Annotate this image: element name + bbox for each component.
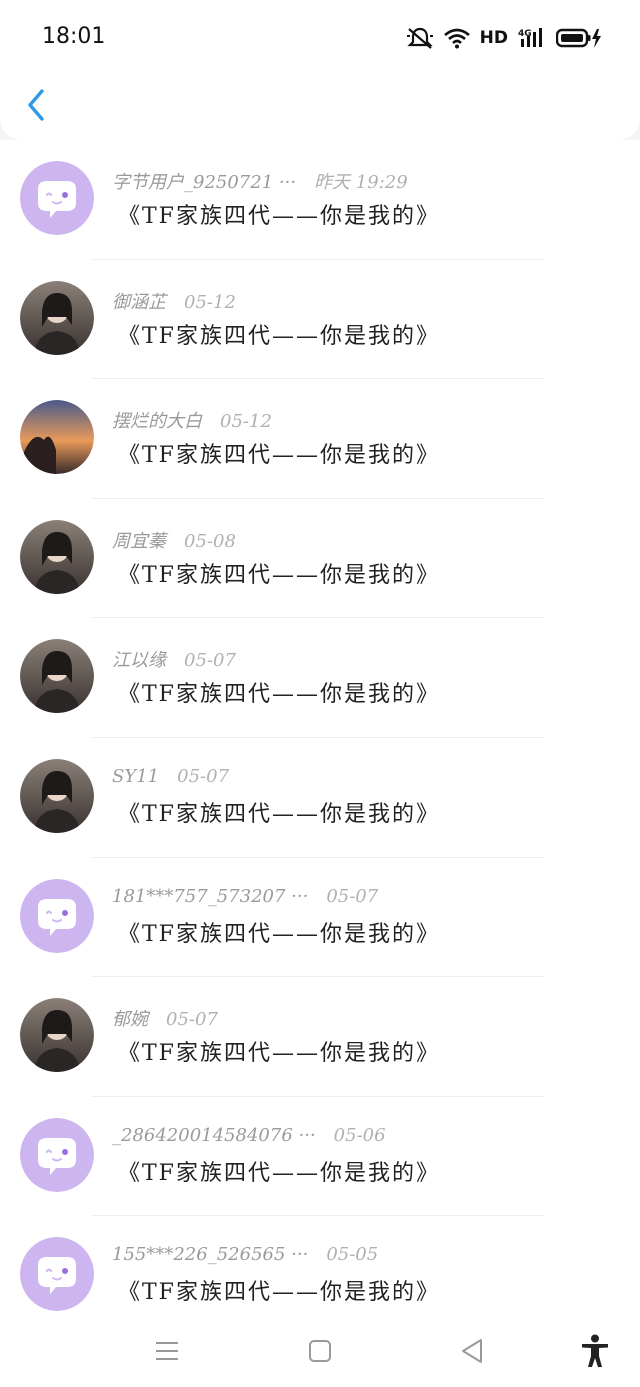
avatar[interactable] xyxy=(20,161,94,235)
nav-back-button[interactable] xyxy=(455,1334,489,1368)
status-time: 18:01 xyxy=(42,24,106,49)
comment-row[interactable]: 江以缘 05-07 《TF家族四代——你是我的》 xyxy=(0,618,640,738)
comment-meta: 摆烂的大白 05-12 xyxy=(112,407,272,433)
comment-meta: 181***757_573207 ··· 05-07 xyxy=(112,886,378,907)
comment-text: 《TF家族四代——你是我的》 xyxy=(118,921,440,947)
accessibility-icon xyxy=(582,1334,608,1367)
comment-row[interactable]: 181***757_573207 ··· 05-07 《TF家族四代——你是我的》 xyxy=(0,858,640,978)
comment-row[interactable]: 郁婉 05-07 《TF家族四代——你是我的》 xyxy=(0,977,640,1097)
chevron-left-icon xyxy=(28,89,44,121)
comment-row[interactable]: SY11 05-07 《TF家族四代——你是我的》 xyxy=(0,738,640,858)
username[interactable]: 郁婉 xyxy=(112,1009,148,1030)
username[interactable]: 181***757_573207 ··· xyxy=(112,886,308,907)
nav-home-button[interactable] xyxy=(303,1334,337,1368)
comment-text: 《TF家族四代——你是我的》 xyxy=(118,1160,440,1186)
user-photo-icon xyxy=(20,519,94,594)
network-label: HD xyxy=(479,28,508,48)
comment-meta: 字节用户_9250721 ··· 昨天 19:29 xyxy=(112,168,408,194)
username[interactable]: SY11 xyxy=(112,766,159,787)
user-photo-icon xyxy=(20,998,94,1073)
username[interactable]: 周宜蓁 xyxy=(112,531,166,552)
menu-icon xyxy=(156,1342,178,1360)
comment-time: 05-07 xyxy=(184,650,236,672)
default-avatar-icon xyxy=(20,1237,94,1312)
comment-text: 《TF家族四代——你是我的》 xyxy=(118,1280,440,1306)
comment-time: 05-05 xyxy=(326,1244,379,1266)
status-icons: HD 4G xyxy=(406,26,602,50)
nav-accessibility-button[interactable] xyxy=(578,1334,612,1368)
comment-time: 05-07 xyxy=(326,885,379,907)
back-triangle-icon xyxy=(462,1339,482,1363)
comment-row[interactable]: 摆烂的大白 05-12 《TF家族四代——你是我的》 xyxy=(0,379,640,499)
comment-text: 《TF家族四代——你是我的》 xyxy=(118,801,440,827)
comment-list: 字节用户_9250721 ··· 昨天 19:29 《TF家族四代——你是我的》 … xyxy=(0,140,640,1312)
comment-time: 05-08 xyxy=(184,530,236,552)
avatar[interactable] xyxy=(20,280,94,355)
comment-time: 05-12 xyxy=(184,291,236,313)
home-square-icon xyxy=(309,1340,331,1362)
comment-text: 《TF家族四代——你是我的》 xyxy=(118,323,440,349)
comment-row[interactable]: 字节用户_9250721 ··· 昨天 19:29 《TF家族四代——你是我的》 xyxy=(0,140,640,260)
avatar[interactable] xyxy=(20,639,94,714)
comment-text: 《TF家族四代——你是我的》 xyxy=(118,204,440,229)
comment-meta: _286420014584076 ··· 05-06 xyxy=(112,1125,386,1146)
user-photo-icon xyxy=(20,400,94,475)
comment-text: 《TF家族四代——你是我的》 xyxy=(118,682,440,708)
comment-time: 05-06 xyxy=(333,1124,386,1146)
username[interactable]: 御涵芷 xyxy=(112,292,166,313)
comment-meta: 御涵芷 05-12 xyxy=(112,288,236,314)
battery-charging-icon xyxy=(556,28,601,48)
comment-row[interactable]: 155***226_526565 ··· 05-05 《TF家族四代——你是我的》 xyxy=(0,1216,640,1312)
username[interactable]: _286420014584076 ··· xyxy=(112,1125,316,1146)
comment-text: 《TF家族四代——你是我的》 xyxy=(118,562,440,588)
avatar[interactable] xyxy=(20,519,94,594)
comment-time: 05-07 xyxy=(166,1009,218,1031)
top-header: 18:01 HD 4G xyxy=(0,0,640,140)
comment-text: 《TF家族四代——你是我的》 xyxy=(118,1041,440,1067)
default-avatar-icon xyxy=(20,878,94,953)
default-avatar-icon xyxy=(20,1117,94,1192)
comment-meta: SY11 05-07 xyxy=(112,766,229,787)
avatar[interactable] xyxy=(20,878,94,953)
comment-text: 《TF家族四代——你是我的》 xyxy=(118,443,440,469)
user-photo-icon xyxy=(20,280,94,355)
username[interactable]: 155***226_526565 ··· xyxy=(112,1244,308,1265)
comment-meta: 155***226_526565 ··· 05-05 xyxy=(112,1244,378,1265)
comment-row[interactable]: _286420014584076 ··· 05-06 《TF家族四代——你是我的》 xyxy=(0,1097,640,1217)
avatar[interactable] xyxy=(20,1117,94,1192)
avatar[interactable] xyxy=(20,1237,94,1312)
username[interactable]: 摆烂的大白 xyxy=(112,411,202,432)
nav-menu-button[interactable] xyxy=(150,1334,184,1368)
system-nav-bar xyxy=(0,1312,640,1387)
comment-meta: 周宜蓁 05-08 xyxy=(112,527,236,553)
avatar[interactable] xyxy=(20,998,94,1073)
comment-meta: 郁婉 05-07 xyxy=(112,1005,218,1031)
comment-meta: 江以缘 05-07 xyxy=(112,646,236,672)
user-photo-icon xyxy=(20,758,94,833)
wifi-icon xyxy=(443,28,470,49)
comment-row[interactable]: 御涵芷 05-12 《TF家族四代——你是我的》 xyxy=(0,260,640,380)
avatar[interactable] xyxy=(20,400,94,475)
signal-icon: 4G xyxy=(518,28,542,47)
username[interactable]: 江以缘 xyxy=(112,650,166,671)
default-avatar-icon xyxy=(20,161,94,235)
user-photo-icon xyxy=(20,639,94,714)
avatar[interactable] xyxy=(20,758,94,833)
comment-time: 昨天 19:29 xyxy=(314,172,408,193)
comment-time: 05-07 xyxy=(177,765,230,787)
comment-row[interactable]: 周宜蓁 05-08 《TF家族四代——你是我的》 xyxy=(0,499,640,619)
mute-bell-icon xyxy=(406,27,433,49)
back-button[interactable] xyxy=(22,86,50,124)
comment-time: 05-12 xyxy=(220,411,272,433)
username[interactable]: 字节用户_9250721 ··· xyxy=(112,172,296,193)
